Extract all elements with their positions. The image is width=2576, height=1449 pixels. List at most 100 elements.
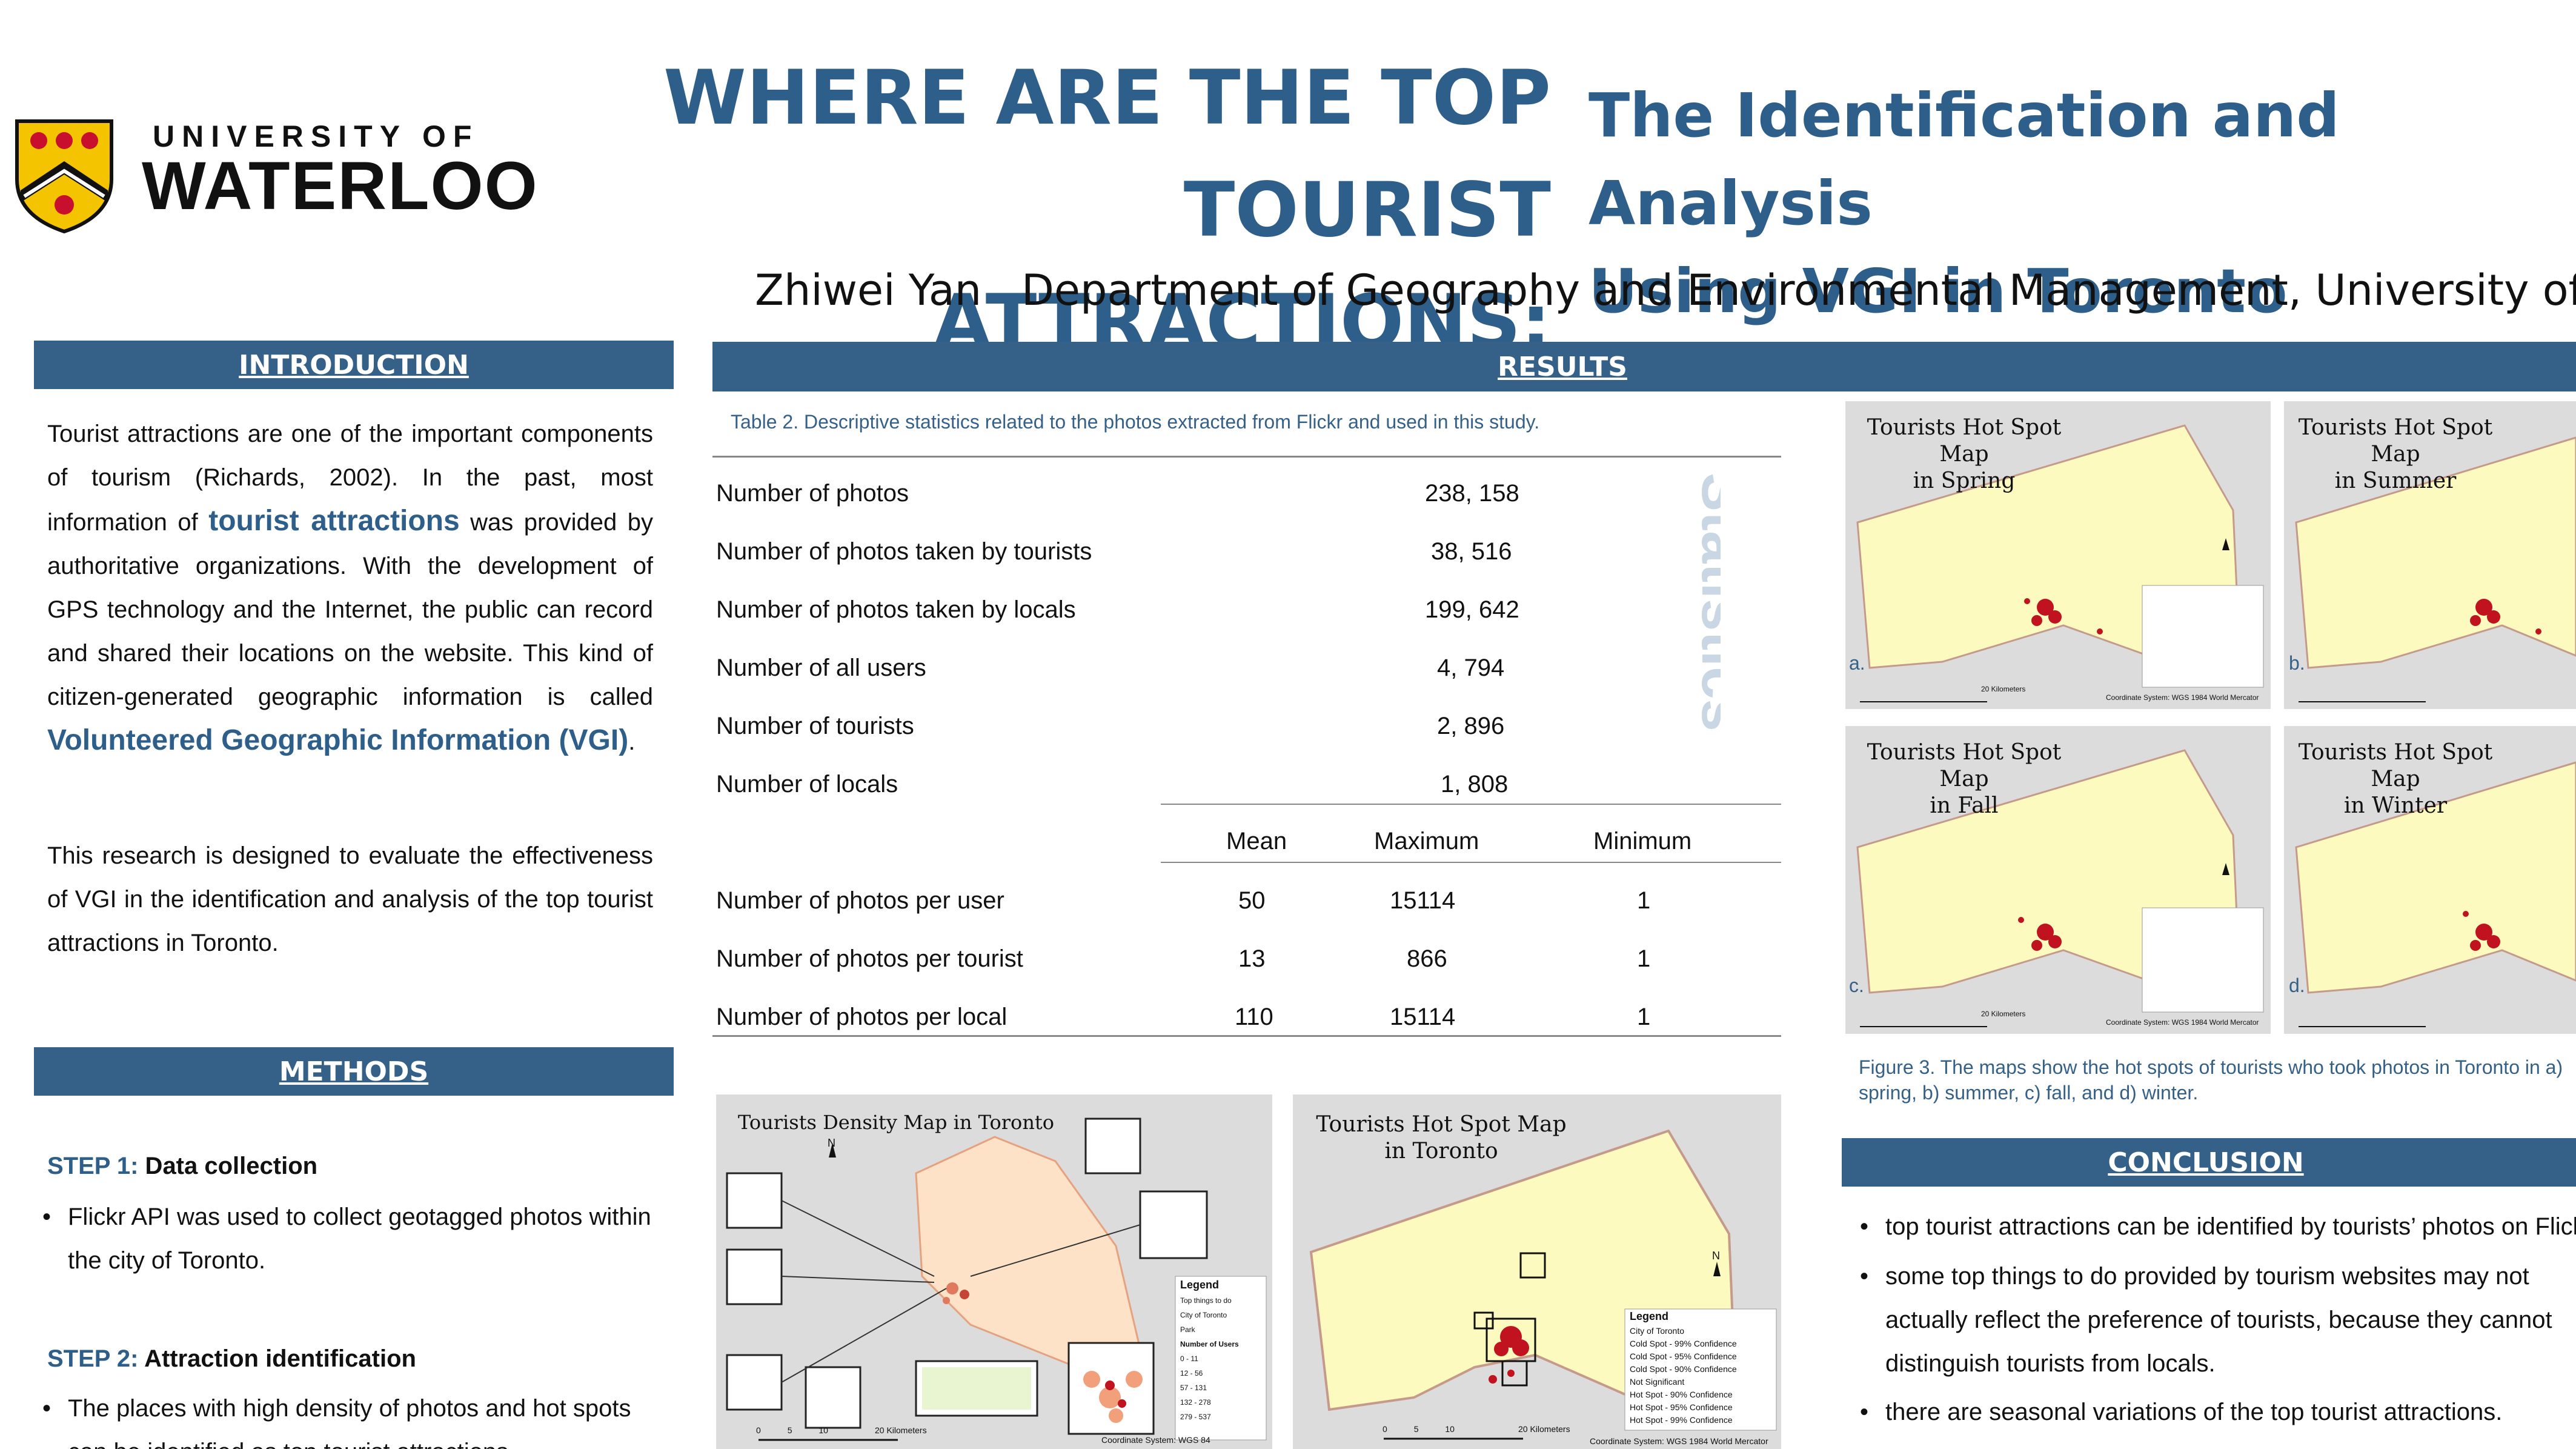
table-row: Number of photos per tourist 13 866 1 (716, 927, 1782, 985)
legend-item: Cold Spot - 90% Confidence (1630, 1364, 1737, 1374)
conclusion-heading: CONCLUSION (1842, 1138, 2576, 1187)
title-line: Tourists Hot Spot Map (1867, 740, 2062, 791)
season-map-title: Tourists Hot Spot Map in Spring (1855, 415, 2073, 495)
row-label: Number of all users (716, 655, 926, 681)
table-row: Number of all users 4, 794 (716, 636, 1782, 695)
legend-item: Park (1180, 1325, 1195, 1334)
row-min: 1 (1637, 945, 1651, 972)
hotspot-map-panel: Tourists Hot Spot Map in Toronto N Legend… (1293, 1094, 1781, 1449)
row-label: Number of photos per user (716, 887, 1004, 914)
hotspot-legend: City of Toronto Cold Spot - 99% Confiden… (1630, 1325, 1775, 1427)
season-map-letter: c. (1849, 974, 1864, 996)
step-1-heading: STEP 1: Data collection (47, 1153, 317, 1180)
introduction-paragraph-1: Tourist attractions are one of the impor… (47, 412, 653, 764)
density-scale-label: 20 Kilometers (875, 1425, 927, 1435)
legend-item: 279 - 537 (1180, 1413, 1211, 1421)
scale-tick: 0 (1383, 1424, 1387, 1434)
row-label: Number of photos taken by locals (716, 596, 1076, 623)
season-scale-label: 20 Kilometers (1981, 1010, 2026, 1018)
season-coord-system: Coordinate System: WGS 1984 World Mercat… (2106, 693, 2259, 702)
table-mid-rule (1161, 804, 1781, 805)
conclusion-bullet-1: top tourist attractions can be identifie… (1851, 1205, 2576, 1248)
season-map-letter: d. (2289, 974, 2305, 996)
legend-item: 132 - 278 (1180, 1398, 1211, 1407)
title-line: Tourists Hot Spot Map (1867, 415, 2062, 467)
season-map-title: Tourists Hot Spot Map in Winter (2286, 739, 2505, 819)
title-line: in Summer (2334, 468, 2457, 493)
legend-item: Not Significant (1630, 1377, 1685, 1387)
row-value: 2, 896 (1437, 713, 1505, 739)
title-line: in Toronto (1384, 1139, 1498, 1164)
title-line-1: WHERE ARE THE TOP (663, 55, 1551, 142)
row-value: 199, 642 (1425, 596, 1519, 623)
legend-item: 57 - 131 (1180, 1384, 1207, 1392)
legend-item: 0 - 11 (1180, 1354, 1198, 1363)
conclusion-bullet-3: there are seasonal variations of the top… (1851, 1390, 2576, 1434)
row-mean: 13 (1238, 945, 1266, 972)
introduction-paragraph-2: This research is designed to evaluate th… (47, 842, 653, 956)
step-1-title: Data collection (138, 1153, 318, 1179)
hotspot-north-label: N (1712, 1250, 1720, 1262)
season-scale-label: 20 Kilometers (1981, 685, 2026, 693)
winter-map-panel: Tourists Hot Spot Map in Winter d. (2284, 726, 2576, 1034)
hotspot-coord-system: Coordinate System: WGS 1984 World Mercat… (1590, 1436, 1768, 1446)
legend-item: Cold Spot - 95% Confidence (1630, 1351, 1737, 1361)
step-2-title: Attraction identification (138, 1345, 416, 1372)
summer-map-panel: Tourists Hot Spot Map in Summer b. (2284, 401, 2576, 709)
season-coord-system: Coordinate System: WGS 1984 World Mercat… (2106, 1018, 2259, 1027)
row-label: Number of locals (716, 771, 898, 798)
statistics-side-label: Statistics (1690, 473, 1721, 731)
legend-item: Hot Spot - 90% Confidence (1630, 1390, 1733, 1399)
legend-item: City of Toronto (1630, 1326, 1685, 1336)
legend-item: Hot Spot - 99% Confidence (1630, 1415, 1733, 1425)
step-1-bullet: Flickr API was used to collect geotagged… (34, 1195, 658, 1282)
step-2-bullet: The places with high density of photos a… (34, 1387, 658, 1449)
title-line: Tourists Hot Spot Map (2298, 415, 2493, 467)
season-map-letter: b. (2289, 652, 2305, 674)
season-map-letter: a. (1849, 652, 1865, 674)
row-label: Number of photos per tourist (716, 945, 1023, 972)
title-line: in Winter (2343, 793, 2448, 818)
title-line: in Fall (1930, 793, 1999, 818)
fall-map-panel: Tourists Hot Spot Map in Fall c. 20 Kilom… (1845, 726, 2271, 1034)
legend-item: City of Toronto (1180, 1311, 1227, 1319)
row-min: 1 (1637, 1004, 1651, 1030)
row-value: 38, 516 (1431, 538, 1512, 565)
logo-waterloo-text: WATERLOO (142, 148, 539, 224)
row-max: 866 (1407, 945, 1447, 972)
table-stat-header: Mean Maximum Minimum (716, 810, 1782, 868)
hotspot-scale-label: 20 Kilometers (1518, 1424, 1570, 1434)
hotspot-legend-title: Legend (1630, 1310, 1669, 1322)
row-min: 1 (1637, 887, 1651, 914)
step-2-heading: STEP 2: Attraction identification (47, 1345, 416, 1373)
intro-highlight-tourist-attractions: tourist attractions (208, 505, 460, 537)
poster-title: WHERE ARE THE TOP TOURIST ATTRACTIONS: (582, 42, 1551, 379)
header-mean: Mean (1226, 828, 1287, 854)
row-label: Number of photos (716, 480, 909, 507)
season-map-title: Tourists Hot Spot Map in Summer (2286, 415, 2505, 495)
density-legend-title: Legend (1180, 1279, 1220, 1291)
statistics-text: Statistics (1690, 473, 1721, 731)
density-map-title: Tourists Density Map in Toronto (738, 1111, 1055, 1134)
author-name: Zhiwei Yan (755, 265, 982, 315)
scale-tick: 5 (787, 1425, 792, 1435)
step-1-number: STEP 1: (47, 1153, 139, 1179)
row-max: 15114 (1390, 1004, 1456, 1030)
row-mean: 110 (1235, 1004, 1273, 1030)
results-heading: RESULTS (712, 342, 2576, 391)
step-2-number: STEP 2: (47, 1345, 139, 1372)
scale-tick: 10 (818, 1425, 828, 1435)
introduction-heading: INTRODUCTION (34, 341, 674, 389)
university-logo: UNIVERSITY OF WATERLOO (15, 119, 537, 240)
hotspot-map-title: Tourists Hot Spot Map in Toronto (1305, 1111, 1578, 1165)
figure-3-caption: Figure 3. The maps show the hot spots of… (1859, 1056, 2563, 1104)
table-row: Number of photos per user 50 15114 1 (716, 869, 1782, 927)
table-row: Number of photos 238, 158 (716, 462, 1782, 520)
title-line: in Spring (1913, 468, 2016, 493)
density-map-panel: Tourists Density Map in Toronto N Legend… (716, 1094, 1272, 1449)
row-label: Number of tourists (716, 713, 914, 739)
row-label: Number of photos per local (716, 1004, 1007, 1030)
legend-item: Top things to do (1180, 1296, 1232, 1305)
scale-tick: 0 (756, 1425, 761, 1435)
scale-tick: 5 (1413, 1424, 1419, 1434)
